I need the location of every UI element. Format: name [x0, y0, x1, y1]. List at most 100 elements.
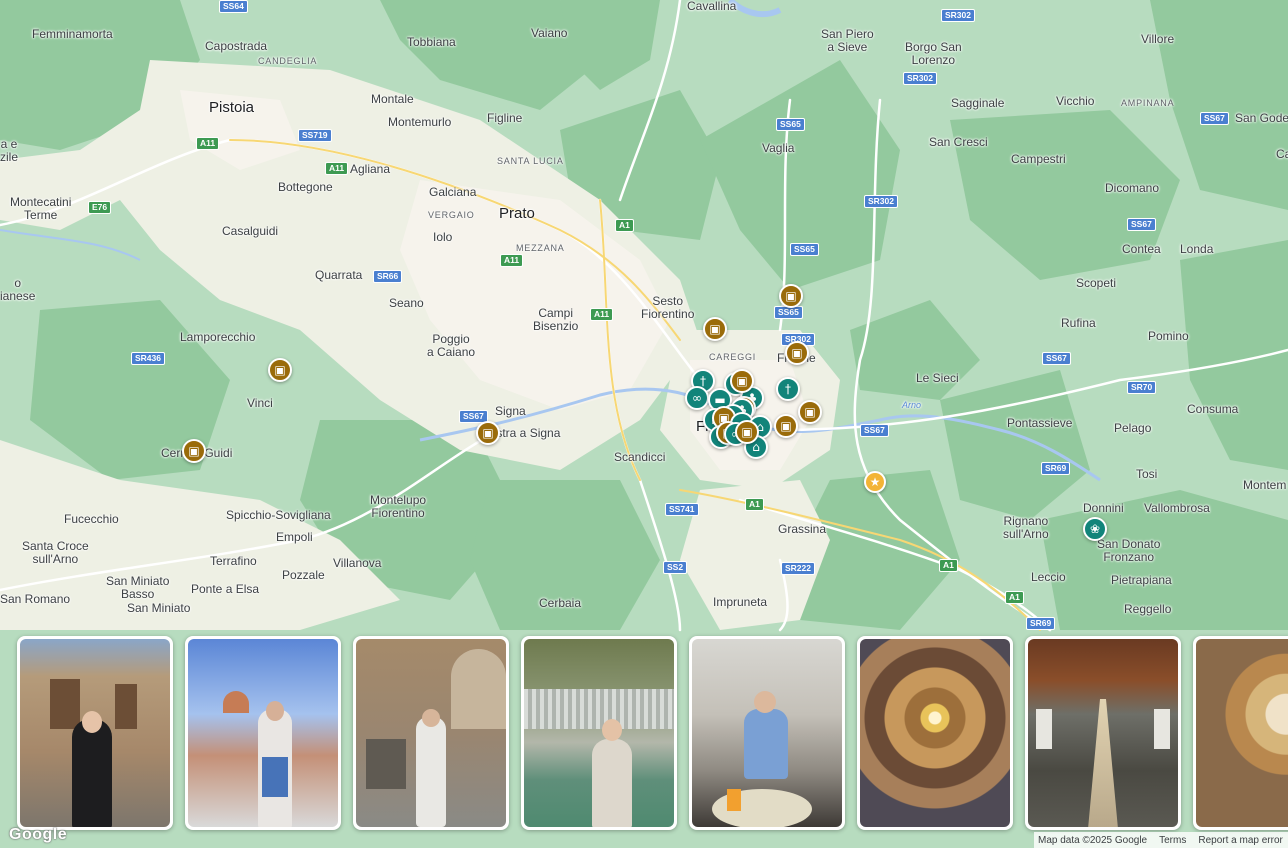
place-label: Terrafino	[210, 554, 257, 568]
place-label: Montale	[371, 92, 414, 106]
map-marker-photo[interactable]: ▣	[268, 358, 292, 382]
place-label: Seano	[389, 296, 424, 310]
place-label: Prato	[499, 205, 535, 222]
road-shield: SR436	[131, 352, 165, 365]
road-shield: A1	[615, 219, 634, 232]
photo-card-3[interactable]	[353, 636, 509, 830]
photo-icon: ▣	[188, 444, 200, 458]
place-label: Vinci	[247, 396, 273, 410]
map-marker-photo[interactable]: ▣	[735, 420, 759, 444]
map-marker-photo[interactable]: ▣	[779, 284, 803, 308]
road-shield: A11	[500, 254, 524, 267]
place-label: Lamporecchio	[180, 330, 256, 344]
place-label: Rignano sull'Arno	[1003, 514, 1049, 541]
road-shield: SR66	[373, 270, 403, 283]
photo-icon: ▣	[736, 374, 748, 388]
place-label: Vicchio	[1056, 94, 1095, 108]
place-label: Vaiano	[531, 26, 568, 40]
place-label: Cavallina	[687, 0, 737, 13]
road-shield: SS2	[663, 561, 688, 574]
place-label: Figline	[487, 111, 523, 125]
map-marker-photo[interactable]: ▣	[774, 414, 798, 438]
river-label: Arno	[902, 400, 922, 410]
place-label: Montelupo Fiorentino	[370, 493, 427, 520]
place-label: San Donato Fronzano	[1097, 537, 1161, 564]
place-label: o ianese	[0, 276, 36, 303]
road-shield: E76	[88, 201, 112, 214]
photo-loggia	[356, 639, 506, 827]
photo-strip[interactable]	[0, 630, 1288, 840]
photo-cafe	[692, 639, 842, 827]
wine-icon: ❀	[1089, 522, 1101, 536]
place-label: Poggio a Caiano	[427, 332, 476, 359]
hiking-icon: ★	[869, 475, 881, 489]
photo-card-1[interactable]	[17, 636, 173, 830]
place-label: Agliana	[350, 162, 391, 176]
road-shield: A1	[745, 498, 764, 511]
place-label: CAREGGI	[709, 352, 757, 362]
map-marker-photo[interactable]: ▣	[476, 421, 500, 445]
photo-card-4[interactable]	[521, 636, 677, 830]
place-label: Pozzale	[282, 568, 325, 582]
place-label: Le Sieci	[916, 371, 959, 385]
map-marker-photo[interactable]: ▣	[730, 369, 754, 393]
google-logo: Google	[9, 826, 68, 843]
place-label: Quarrata	[315, 268, 363, 282]
place-label: Impruneta	[713, 595, 768, 609]
photo-card-5[interactable]	[689, 636, 845, 830]
place-label: Montemurlo	[388, 115, 452, 129]
photo-card-7[interactable]	[1025, 636, 1181, 830]
road-shield: SR222	[781, 562, 815, 575]
place-label: Signa	[495, 404, 526, 418]
place-label: San Gode	[1235, 111, 1288, 125]
road-shield: SR302	[864, 195, 898, 208]
place-label: Scopeti	[1076, 276, 1117, 290]
road-shield: SS64	[219, 0, 248, 13]
photo-card-2[interactable]	[185, 636, 341, 830]
road-shield: SS65	[774, 306, 803, 319]
place-label: Londa	[1180, 242, 1214, 256]
report-map-error-link[interactable]: Report a map error	[1198, 835, 1282, 846]
place-label: Capostrada	[205, 39, 268, 53]
photo-card-6[interactable]	[857, 636, 1013, 830]
place-label: Casalguidi	[222, 224, 279, 238]
map-footer: Map data ©2025 Google Terms Report a map…	[1034, 832, 1288, 848]
place-label: Iolo	[433, 230, 453, 244]
place-label: Donnini	[1083, 501, 1124, 515]
terms-link[interactable]: Terms	[1159, 835, 1186, 846]
photo-icon: ▣	[780, 419, 792, 433]
photo-card-8[interactable]	[1193, 636, 1288, 830]
place-label: Bottegone	[278, 180, 333, 194]
map-marker-photo[interactable]: ▣	[798, 400, 822, 424]
bed-icon: ▬	[714, 393, 726, 407]
place-label: Tobbiana	[407, 35, 456, 49]
map-marker-photo[interactable]: ▣	[182, 439, 206, 463]
place-label: Borgo San Lorenzo	[905, 40, 962, 67]
place-label: Empoli	[276, 530, 313, 544]
map-marker-food[interactable]: †	[776, 377, 800, 401]
place-label: Femminamorta	[32, 27, 113, 41]
place-label: CANDEGLIA	[258, 56, 318, 66]
map-marker-photo[interactable]: ▣	[785, 341, 809, 365]
place-label: SANTA LUCIA	[497, 156, 564, 166]
road-shield: A1	[939, 559, 958, 572]
road-shield: SS65	[776, 118, 805, 131]
road-shield: SR69	[1041, 462, 1071, 475]
photo-icon: ▣	[709, 322, 721, 336]
place-label: Leccio	[1031, 570, 1066, 584]
place-label: Spicchio-Sovigliana	[226, 508, 331, 522]
road-shield: SR69	[1026, 617, 1056, 630]
map-marker-food[interactable]: ❀	[1083, 517, 1107, 541]
map-marker-food[interactable]: ∞	[685, 386, 709, 410]
road-shield: SS67	[860, 424, 889, 437]
place-label: Cerbaia	[539, 596, 582, 610]
road-shield: A1	[1005, 591, 1024, 604]
place-label: Montecatini Terme	[10, 195, 72, 222]
road-shield: SS67	[1127, 218, 1156, 231]
map-marker-photo[interactable]: ▣	[703, 317, 727, 341]
place-label: Sesto Fiorentino	[641, 294, 695, 321]
map-marker-walk[interactable]: ★	[864, 471, 886, 493]
road-shield: SS741	[665, 503, 699, 516]
place-label: Consuma	[1187, 402, 1239, 416]
road-shield: SR302	[941, 9, 975, 22]
